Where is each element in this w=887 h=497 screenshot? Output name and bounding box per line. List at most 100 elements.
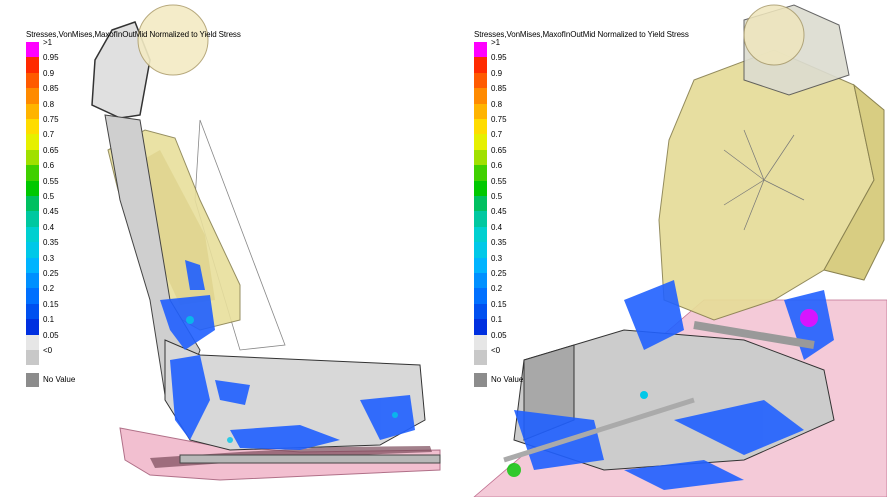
legend-swatch bbox=[474, 103, 487, 119]
legend-swatch bbox=[474, 119, 487, 135]
legend-swatch bbox=[26, 211, 39, 227]
legend-label: 0.05 bbox=[43, 330, 59, 340]
legend-swatch bbox=[474, 288, 487, 304]
legend-label: 0.05 bbox=[491, 330, 507, 340]
legend-swatch bbox=[26, 88, 39, 104]
legend-label: 0.85 bbox=[491, 84, 507, 94]
legend-swatch bbox=[26, 42, 39, 58]
legend-label: >1 bbox=[491, 38, 501, 47]
legend-label: 0.8 bbox=[491, 99, 503, 109]
legend-swatch bbox=[26, 119, 39, 135]
legend-label: 0.15 bbox=[43, 299, 59, 309]
legend-swatch bbox=[474, 42, 487, 58]
legend-label: 0.95 bbox=[43, 53, 59, 63]
legend-swatch bbox=[26, 288, 39, 304]
seat-rail bbox=[179, 454, 441, 464]
legend-swatch bbox=[474, 319, 487, 335]
legend-swatch bbox=[26, 334, 39, 350]
legend-no-value: No Value bbox=[26, 373, 146, 388]
legend-label: 0.65 bbox=[43, 145, 59, 155]
legend-entry: <0 bbox=[474, 346, 654, 366]
view-left-side: Stresses,VonMises,MaxofInOutMid Normaliz… bbox=[0, 0, 443, 497]
legend-swatch bbox=[474, 180, 487, 196]
legend-swatch bbox=[474, 350, 487, 366]
legend-swatch bbox=[26, 257, 39, 273]
legend-label: 0.25 bbox=[491, 269, 507, 278]
legend-label: 0.15 bbox=[491, 299, 507, 309]
legend-label: 0.35 bbox=[43, 238, 59, 248]
legend-label: 0.9 bbox=[491, 68, 503, 78]
legend-swatch bbox=[26, 180, 39, 196]
legend-label: 0.45 bbox=[491, 207, 507, 217]
legend-label: 0.35 bbox=[491, 238, 507, 248]
legend-label: 0.4 bbox=[491, 222, 503, 232]
legend-no-value-swatch bbox=[26, 373, 39, 388]
legend-label: 0.6 bbox=[491, 161, 503, 171]
legend-swatch bbox=[474, 88, 487, 104]
legend-swatch bbox=[474, 257, 487, 273]
legend-label: 0.1 bbox=[491, 315, 503, 325]
legend-swatch bbox=[26, 242, 39, 258]
legend-entry: <0 bbox=[26, 346, 206, 366]
legend-swatch bbox=[474, 165, 487, 181]
legend-label: 0.95 bbox=[491, 53, 507, 63]
legend-label: >1 bbox=[43, 38, 53, 47]
legend-no-value: No Value bbox=[474, 373, 594, 388]
legend-entry: 0.05 bbox=[474, 331, 654, 350]
legend-swatch bbox=[474, 226, 487, 243]
legend-label: 0.6 bbox=[43, 161, 55, 171]
legend-swatch bbox=[474, 334, 487, 350]
legend-swatch bbox=[474, 134, 487, 150]
legend-label: 0.3 bbox=[43, 253, 55, 263]
legend-swatch bbox=[26, 57, 39, 73]
legend-label: 0.2 bbox=[491, 284, 503, 294]
legend-no-value-label: No Value bbox=[491, 375, 524, 385]
legend-swatch bbox=[26, 149, 39, 166]
legend-swatch bbox=[26, 196, 39, 212]
legend-swatch bbox=[26, 273, 39, 289]
legend-swatch bbox=[474, 72, 487, 89]
legend-left: Stresses,VonMises,MaxofInOutMid Normaliz… bbox=[26, 30, 241, 388]
legend-label: 0.45 bbox=[43, 207, 59, 217]
legend-label: 0.7 bbox=[491, 130, 503, 140]
legend-swatch bbox=[26, 134, 39, 150]
view-right-isometric: Stresses,VonMises,MaxofInOutMid Normaliz… bbox=[444, 0, 887, 497]
legend-label: 0.5 bbox=[491, 192, 503, 201]
legend-label: 0.55 bbox=[43, 176, 59, 186]
legend-swatch bbox=[26, 226, 39, 243]
legend-label: 0.9 bbox=[43, 68, 55, 78]
legend-label: 0.55 bbox=[491, 176, 507, 186]
legend-label: 0.2 bbox=[43, 284, 55, 294]
legend-label: <0 bbox=[43, 346, 53, 355]
legend-swatch bbox=[474, 57, 487, 73]
legend-swatch bbox=[26, 103, 39, 119]
legend-label: 0.75 bbox=[491, 115, 507, 124]
legend-swatch bbox=[474, 196, 487, 212]
legend-swatch bbox=[474, 211, 487, 227]
legend-label: 0.7 bbox=[43, 130, 55, 140]
legend-label: 0.25 bbox=[43, 269, 59, 278]
legend-swatch bbox=[26, 165, 39, 181]
legend-label: 0.8 bbox=[43, 99, 55, 109]
legend-label: 0.85 bbox=[43, 84, 59, 94]
legend-swatch bbox=[26, 72, 39, 89]
legend-label: 0.4 bbox=[43, 222, 55, 232]
legend-title: Stresses,VonMises,MaxofInOutMid Normaliz… bbox=[474, 30, 689, 39]
legend-swatch bbox=[26, 303, 39, 320]
seatback-foam bbox=[658, 49, 875, 321]
legend-swatch bbox=[474, 149, 487, 166]
head-form-sphere bbox=[743, 4, 805, 66]
legend-label: 0.75 bbox=[43, 115, 59, 124]
legend-swatch bbox=[474, 242, 487, 258]
legend-label: 0.1 bbox=[43, 315, 55, 325]
legend-no-value-label: No Value bbox=[43, 375, 76, 385]
legend-label: 0.5 bbox=[43, 192, 55, 201]
legend-title: Stresses,VonMises,MaxofInOutMid Normaliz… bbox=[26, 30, 241, 39]
legend-swatch bbox=[26, 350, 39, 366]
legend-swatch bbox=[26, 319, 39, 335]
legend-no-value-swatch bbox=[474, 373, 487, 388]
legend-label: 0.65 bbox=[491, 145, 507, 155]
legend-swatch bbox=[474, 273, 487, 289]
legend-label: <0 bbox=[491, 346, 501, 355]
legend-right: Stresses,VonMises,MaxofInOutMid Normaliz… bbox=[474, 30, 689, 388]
